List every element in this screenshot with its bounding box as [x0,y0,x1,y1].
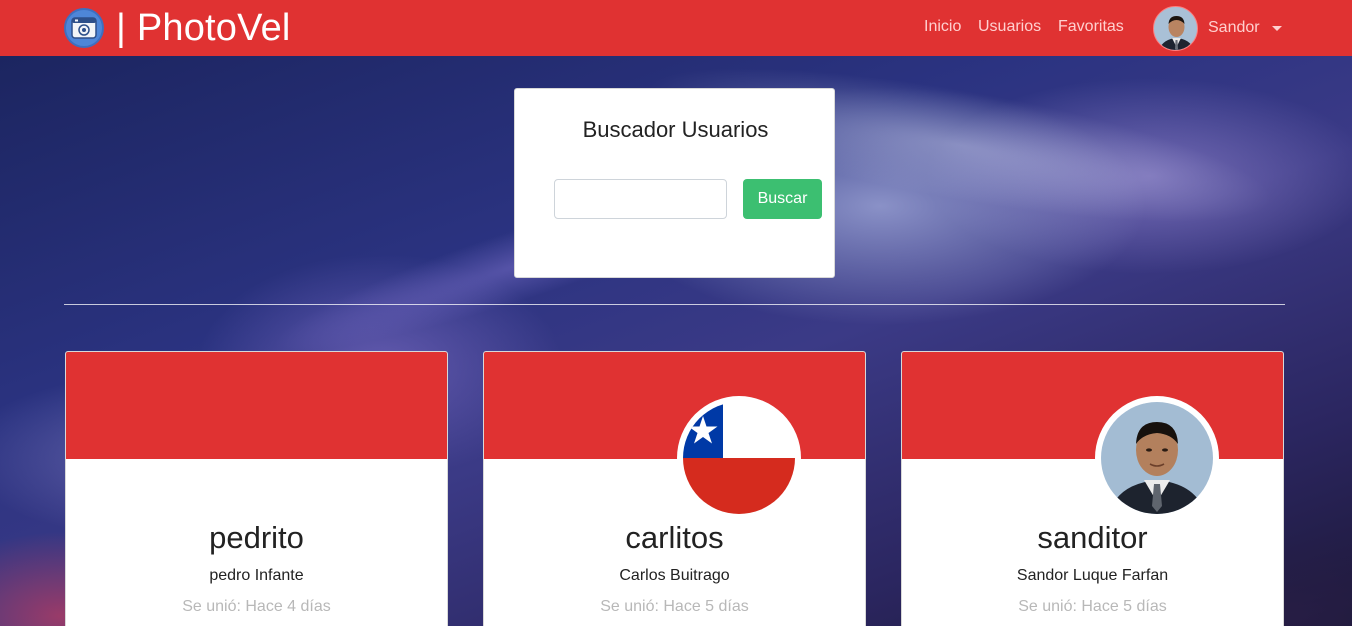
search-title: Buscador Usuarios [582,117,769,142]
card-header [484,352,865,459]
nav-link-favoritas[interactable]: Favoritas [1058,18,1128,36]
card-full-name: Sandor Luque Farfan [1016,567,1169,584]
card-joined-date: Se unió: Hace 5 días [1018,598,1167,615]
user-name: Sandor [1208,19,1260,36]
navbar: | PhotoVel Inicio Usuarios Favoritas San… [0,0,1352,56]
card-full-name: Carlos Buitrago [619,567,730,584]
divider [64,304,1285,305]
user-menu-toggle[interactable]: Sandor [1153,5,1282,51]
nav-link-usuarios[interactable]: Usuarios [978,18,1042,36]
card-username: sanditor [1037,520,1148,555]
user-card[interactable]: carlitos Carlos Buitrago Se unió: Hace 5… [483,351,866,626]
user-search-panel: Buscador Usuarios Buscar [514,88,835,278]
search-button[interactable]: Buscar [743,179,822,219]
card-joined-date: Se unió: Hace 4 días [182,598,331,615]
user-card[interactable]: sanditor Sandor Luque Farfan Se unió: Ha… [901,351,1284,626]
avatar [677,396,801,520]
card-header [902,352,1283,459]
nav-link-inicio[interactable]: Inicio [924,18,964,36]
card-username: pedrito [209,520,304,555]
caret-down-icon [1271,25,1282,31]
card-joined-date: Se unió: Hace 5 días [600,598,749,615]
brand[interactable]: | PhotoVel [64,6,291,50]
brand-title: | PhotoVel [116,7,291,49]
user-card[interactable]: pedrito pedro Infante Se unió: Hace 4 dí… [65,351,448,626]
search-input[interactable] [554,179,727,219]
avatar [1153,5,1198,51]
profile-photo [1101,402,1213,514]
card-username: carlitos [625,520,724,555]
card-header [66,352,447,459]
chile-flag-icon [683,402,795,514]
avatar [1095,396,1219,520]
camera-window-icon [64,8,104,48]
card-full-name: pedro Infante [209,567,304,584]
